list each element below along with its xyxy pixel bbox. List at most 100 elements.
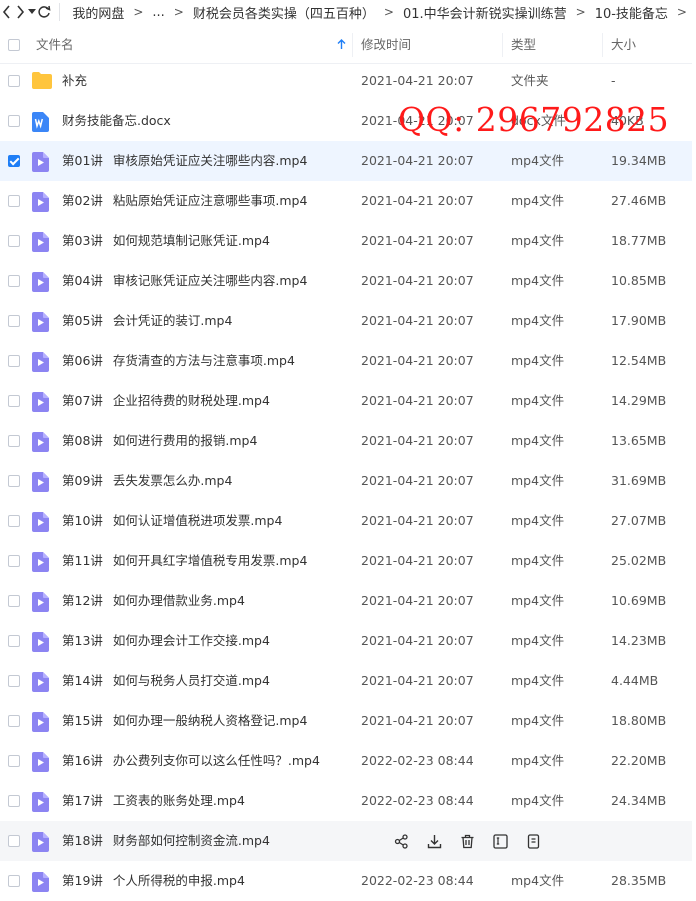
row-checkbox[interactable] <box>8 835 20 847</box>
breadcrumb-root[interactable]: 我的网盘 <box>72 3 124 22</box>
file-row[interactable]: 第08讲 如何进行费用的报销.mp4 2021-04-21 20:07 mp4文件 13… <box>0 421 692 461</box>
column-header-date[interactable]: 修改时间 <box>361 27 411 63</box>
file-name[interactable]: 补充 <box>62 61 87 101</box>
row-checkbox[interactable] <box>8 75 20 87</box>
file-name[interactable]: 第13讲 如何办理会计工作交接.mp4 <box>62 621 270 661</box>
file-row[interactable]: 第13讲 如何办理会计工作交接.mp4 2021-04-21 20:07 mp4文件 1… <box>0 621 692 661</box>
file-name[interactable]: 第16讲 办公费列支你可以这么任性吗？.mp4 <box>62 741 320 781</box>
file-name[interactable]: 第15讲 如何办理一般纳税人资格登记.mp4 <box>62 701 307 741</box>
column-header-type[interactable]: 类型 <box>511 27 536 63</box>
episode-number: 第10讲 <box>62 513 103 528</box>
file-row[interactable]: 第11讲 如何开具红字增值税专用发票.mp4 2021-04-21 20:07 mp4… <box>0 541 692 581</box>
delete-icon[interactable] <box>458 832 476 850</box>
file-name[interactable]: 财务技能备忘.docx <box>62 101 171 141</box>
breadcrumb-separator: > <box>173 5 184 19</box>
sort-ascending-icon[interactable] <box>337 39 346 50</box>
episode-number: 第08讲 <box>62 433 103 448</box>
row-checkbox[interactable] <box>8 635 20 647</box>
file-row[interactable]: 第12讲 如何办理借款业务.mp4 2021-04-21 20:07 mp4文件 10.… <box>0 581 692 621</box>
file-name[interactable]: 第04讲 审核记账凭证应关注哪些内容.mp4 <box>62 261 307 301</box>
copy-icon[interactable] <box>524 832 542 850</box>
row-checkbox[interactable] <box>8 275 20 287</box>
share-icon[interactable] <box>392 832 410 850</box>
file-name[interactable]: 第19讲 个人所得税的申报.mp4 <box>62 861 245 901</box>
episode-number: 第14讲 <box>62 673 103 688</box>
file-size: 14.23MB <box>611 633 667 648</box>
row-checkbox[interactable] <box>8 595 20 607</box>
row-checkbox[interactable] <box>8 675 20 687</box>
episode-number: 第07讲 <box>62 393 103 408</box>
file-name[interactable]: 第09讲 丢失发票怎么办.mp4 <box>62 461 232 501</box>
refresh-button[interactable] <box>37 2 51 22</box>
video-file-icon <box>32 792 50 812</box>
file-name[interactable]: 第03讲 如何规范填制记账凭证.mp4 <box>62 221 270 261</box>
file-name[interactable]: 第12讲 如何办理借款业务.mp4 <box>62 581 245 621</box>
rename-icon[interactable] <box>491 832 509 850</box>
row-checkbox[interactable] <box>8 475 20 487</box>
row-checkbox[interactable] <box>8 395 20 407</box>
file-row[interactable]: 第06讲 存货清查的方法与注意事项.mp4 2021-04-21 20:07 mp4文… <box>0 341 692 381</box>
file-name[interactable]: 第07讲 企业招待费的财税处理.mp4 <box>62 381 270 421</box>
file-name-text: 工资表的账务处理.mp4 <box>112 793 245 808</box>
select-all-checkbox[interactable] <box>8 39 20 51</box>
file-name[interactable]: 第14讲 如何与税务人员打交道.mp4 <box>62 661 270 701</box>
file-name[interactable]: 第17讲 工资表的账务处理.mp4 <box>62 781 245 821</box>
file-name[interactable]: 第05讲 会计凭证的装订.mp4 <box>62 301 232 341</box>
file-row[interactable]: 第03讲 如何规范填制记账凭证.mp4 2021-04-21 20:07 mp4文件 1… <box>0 221 692 261</box>
file-name[interactable]: 第10讲 如何认证增值税进项发票.mp4 <box>62 501 282 541</box>
file-row[interactable]: 第02讲 粘贴原始凭证应注意哪些事项.mp4 2021-04-21 20:07 mp4… <box>0 181 692 221</box>
file-row[interactable]: 第01讲 审核原始凭证应关注哪些内容.mp4 2021-04-21 20:07 mp4… <box>0 141 692 181</box>
row-checkbox[interactable] <box>8 315 20 327</box>
video-file-icon <box>32 752 50 772</box>
row-checkbox[interactable] <box>8 235 20 247</box>
breadcrumb-item[interactable]: 01.中华会计新锐实操训练营 <box>403 3 567 22</box>
file-row[interactable]: 第05讲 会计凭证的装订.mp4 2021-04-21 20:07 mp4文件 17.9… <box>0 301 692 341</box>
file-row[interactable]: 第10讲 如何认证增值税进项发票.mp4 2021-04-21 20:07 mp4文件… <box>0 501 692 541</box>
back-button[interactable] <box>2 2 12 22</box>
video-file-icon <box>32 472 50 492</box>
modified-date: 2021-04-21 20:07 <box>361 353 474 368</box>
file-row[interactable]: 第07讲 企业招待费的财税处理.mp4 2021-04-21 20:07 mp4文件 1… <box>0 381 692 421</box>
row-checkbox[interactable] <box>8 555 20 567</box>
file-row[interactable]: 第17讲 工资表的账务处理.mp4 2022-02-23 08:44 mp4文件 24.… <box>0 781 692 821</box>
folder-row[interactable]: 补充 2021-04-21 20:07 文件夹 - <box>0 61 692 101</box>
breadcrumb-current[interactable]: 10-技能备忘 <box>595 3 668 22</box>
column-header-size[interactable]: 大小 <box>611 27 636 63</box>
file-name[interactable]: 第11讲 如何开具红字增值税专用发票.mp4 <box>62 541 307 581</box>
row-checkbox[interactable] <box>8 715 20 727</box>
breadcrumb-ellipsis[interactable]: ... <box>152 5 164 20</box>
file-row[interactable]: 第15讲 如何办理一般纳税人资格登记.mp4 2021-04-21 20:07 mp4… <box>0 701 692 741</box>
file-row[interactable]: 第19讲 个人所得税的申报.mp4 2022-02-23 08:44 mp4文件 28.… <box>0 861 692 901</box>
folder-icon <box>32 72 52 91</box>
episode-number: 第19讲 <box>62 873 103 888</box>
file-row[interactable]: 第14讲 如何与税务人员打交道.mp4 2021-04-21 20:07 mp4文件 4… <box>0 661 692 701</box>
row-checkbox[interactable] <box>8 195 20 207</box>
download-icon[interactable] <box>425 832 443 850</box>
column-header-name[interactable]: 文件名 <box>36 27 74 63</box>
row-checkbox[interactable] <box>8 435 20 447</box>
row-checkbox[interactable] <box>8 515 20 527</box>
file-row[interactable]: 第04讲 审核记账凭证应关注哪些内容.mp4 2021-04-21 20:07 mp4… <box>0 261 692 301</box>
row-checkbox[interactable] <box>8 795 20 807</box>
file-row[interactable]: 第09讲 丢失发票怎么办.mp4 2021-04-21 20:07 mp4文件 31.6… <box>0 461 692 501</box>
row-checkbox[interactable] <box>8 355 20 367</box>
modified-date: 2021-04-21 20:07 <box>361 433 474 448</box>
video-file-icon <box>32 152 50 172</box>
file-name[interactable]: 第18讲 财务部如何控制资金流.mp4 <box>62 821 270 861</box>
modified-date: 2021-04-21 20:07 <box>361 193 474 208</box>
row-checkbox[interactable] <box>8 875 20 887</box>
file-name[interactable]: 第01讲 审核原始凭证应关注哪些内容.mp4 <box>62 141 307 181</box>
video-file-icon <box>32 432 50 452</box>
row-checkbox[interactable] <box>8 755 20 767</box>
file-row[interactable]: 第18讲 财务部如何控制资金流.mp4 <box>0 821 692 861</box>
file-row[interactable]: 第16讲 办公费列支你可以这么任性吗？.mp4 2022-02-23 08:44 mp… <box>0 741 692 781</box>
breadcrumb-item[interactable]: 财税会员各类实操（四五百种） <box>193 3 375 22</box>
history-dropdown[interactable] <box>27 2 36 22</box>
file-name[interactable]: 第02讲 粘贴原始凭证应注意哪些事项.mp4 <box>62 181 307 221</box>
row-checkbox[interactable] <box>8 115 20 127</box>
forward-button[interactable] <box>15 2 25 22</box>
file-name[interactable]: 第08讲 如何进行费用的报销.mp4 <box>62 421 257 461</box>
file-name[interactable]: 第06讲 存货清查的方法与注意事项.mp4 <box>62 341 295 381</box>
file-name-text: 如何进行费用的报销.mp4 <box>112 433 258 448</box>
row-checkbox[interactable] <box>8 155 20 167</box>
